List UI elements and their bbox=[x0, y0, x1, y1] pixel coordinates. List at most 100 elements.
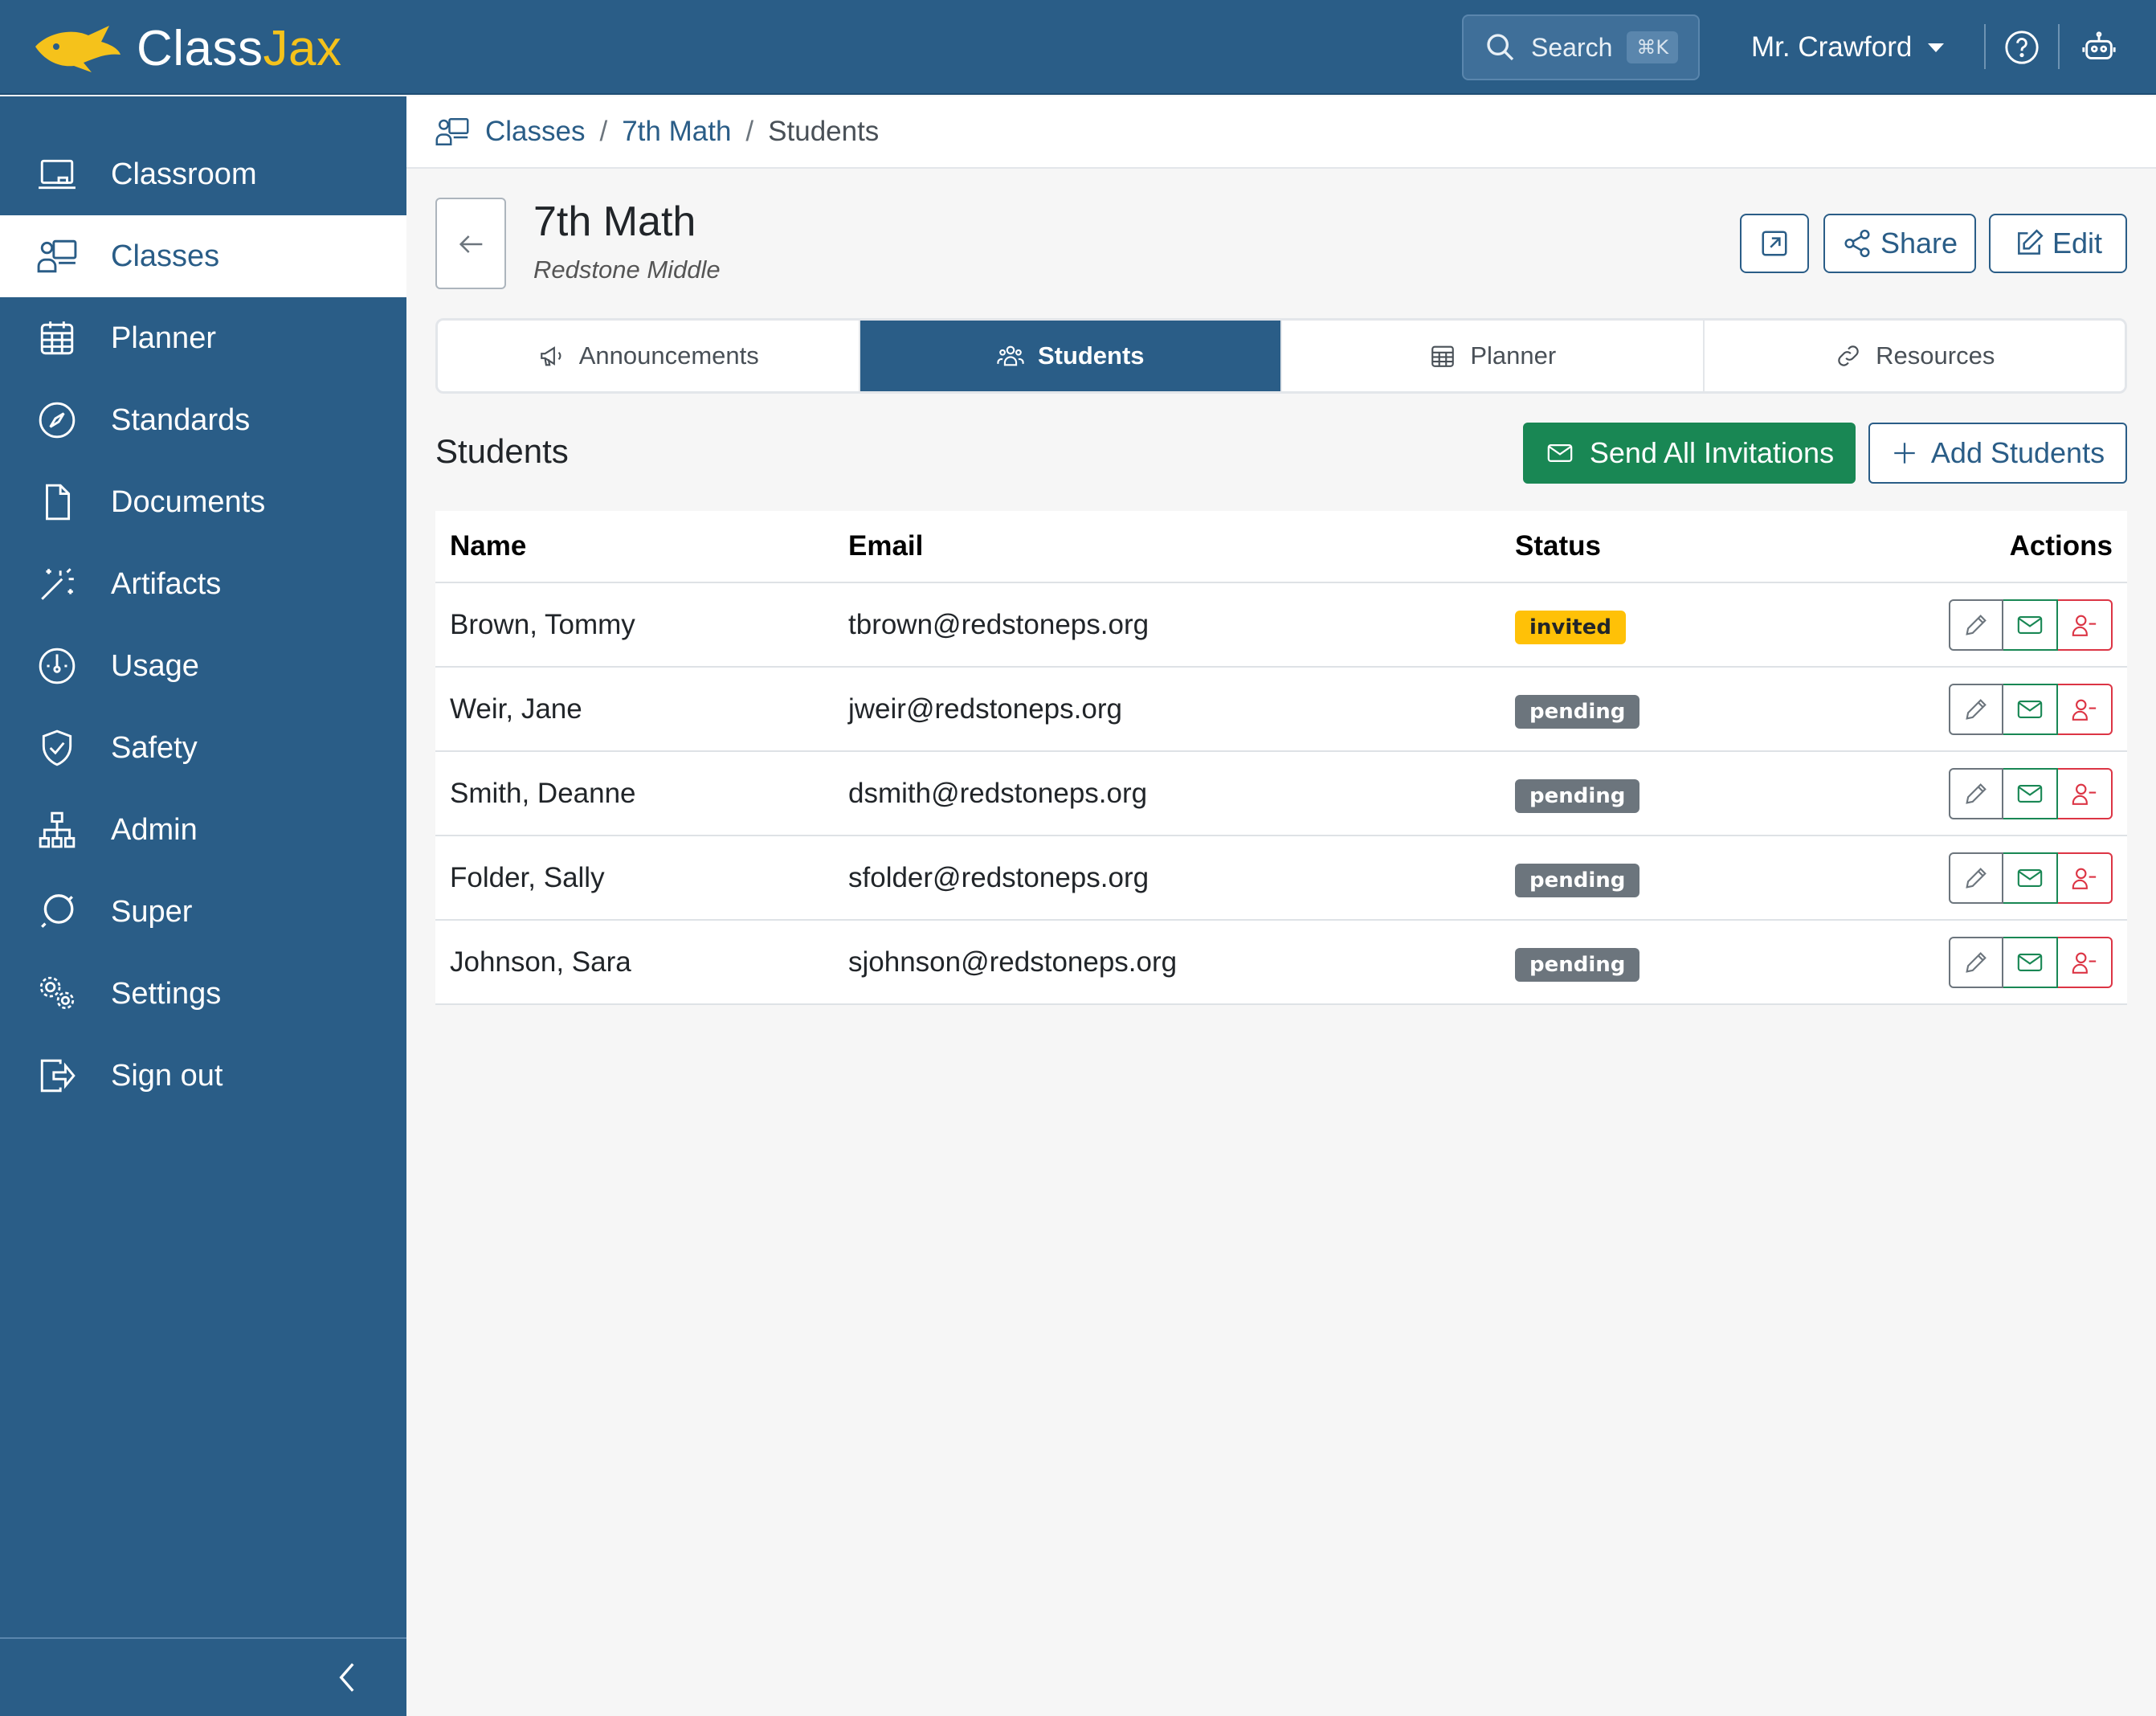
send-invitation-button[interactable] bbox=[2003, 599, 2058, 651]
column-header-status: Status bbox=[1515, 530, 1601, 562]
search-shortcut: ⌘K bbox=[1627, 31, 1679, 63]
remove-student-button[interactable] bbox=[2058, 852, 2113, 904]
breadcrumb-class[interactable]: 7th Math bbox=[622, 116, 731, 148]
classes-icon bbox=[435, 118, 469, 145]
envelope-icon bbox=[2017, 953, 2043, 971]
sidebar-item-settings[interactable]: Settings bbox=[0, 953, 406, 1035]
table-header: Name Email Status Actions bbox=[435, 511, 2127, 583]
tab-label: Students bbox=[1037, 341, 1145, 370]
back-button[interactable] bbox=[435, 198, 506, 289]
send-invitation-button[interactable] bbox=[2003, 767, 2058, 819]
breadcrumb-classes[interactable]: Classes bbox=[485, 116, 585, 148]
edit-button[interactable]: Edit bbox=[1989, 214, 2127, 273]
pencil-icon bbox=[1966, 698, 1987, 720]
sidebar-item-classes[interactable]: Classes bbox=[0, 215, 406, 297]
students-heading: Students bbox=[435, 432, 569, 470]
brand-logo[interactable]: ClassJax bbox=[32, 18, 342, 79]
breadcrumb: Classes / 7th Math / Students bbox=[406, 96, 2156, 169]
send-all-invitations-button[interactable]: Send All Invitations bbox=[1523, 423, 1856, 484]
shield-check-icon bbox=[42, 729, 72, 766]
envelope-icon bbox=[2017, 868, 2043, 887]
status-badge: invited bbox=[1515, 610, 1626, 644]
breadcrumb-separator: / bbox=[745, 116, 754, 147]
tab-label: Resources bbox=[1876, 341, 1995, 370]
magic-wand-icon bbox=[41, 568, 74, 600]
share-button[interactable]: Share bbox=[1823, 214, 1976, 273]
column-header-email: Email bbox=[848, 530, 924, 562]
add-students-button[interactable]: Add Students bbox=[1868, 423, 2127, 484]
edit-student-button[interactable] bbox=[1949, 683, 2003, 735]
sidebar-item-safety[interactable]: Safety bbox=[0, 707, 406, 789]
student-email: jweir@redstoneps.org bbox=[848, 693, 1122, 725]
remove-student-button[interactable] bbox=[2058, 767, 2113, 819]
student-email: sjohnson@redstoneps.org bbox=[848, 946, 1178, 978]
tab-announcements[interactable]: Announcements bbox=[438, 321, 860, 391]
status-badge: pending bbox=[1515, 947, 1640, 982]
help-circle-icon[interactable] bbox=[2003, 29, 2040, 66]
sidebar-item-label: Documents bbox=[111, 484, 266, 519]
open-external-button[interactable] bbox=[1740, 214, 1809, 273]
table-row: Smith, Deanne dsmith@redstoneps.org pend… bbox=[435, 752, 2127, 836]
sidebar-item-standards[interactable]: Standards bbox=[0, 379, 406, 461]
edit-student-button[interactable] bbox=[1949, 599, 2003, 651]
chevron-down-icon bbox=[1928, 43, 1945, 52]
edit-student-button[interactable] bbox=[1949, 767, 2003, 819]
sidebar-item-sign-out[interactable]: Sign out bbox=[0, 1035, 406, 1117]
school-name: Redstone Middle bbox=[533, 255, 721, 284]
row-actions bbox=[1949, 767, 2113, 819]
gears-icon bbox=[39, 976, 75, 1010]
user-name: Mr. Crawford bbox=[1751, 31, 1913, 63]
sidebar-item-label: Planner bbox=[111, 321, 216, 355]
share-label: Share bbox=[1880, 227, 1958, 259]
edit-label: Edit bbox=[2052, 227, 2103, 259]
person-dash-icon bbox=[2072, 615, 2097, 636]
classes-icon bbox=[37, 239, 77, 273]
tab-label: Announcements bbox=[578, 341, 759, 370]
pencil-icon bbox=[1966, 614, 1987, 635]
edit-student-button[interactable] bbox=[1949, 936, 2003, 988]
sidebar-item-label: Usage bbox=[111, 648, 199, 683]
sidebar-item-usage[interactable]: Usage bbox=[0, 625, 406, 707]
send-invitation-button[interactable] bbox=[2003, 683, 2058, 735]
envelope-icon bbox=[2017, 615, 2043, 634]
arrow-left-icon bbox=[459, 235, 483, 253]
plus-icon bbox=[1894, 443, 1915, 464]
send-invitation-button[interactable] bbox=[2003, 936, 2058, 988]
remove-student-button[interactable] bbox=[2058, 683, 2113, 735]
person-dash-icon bbox=[2072, 868, 2097, 889]
send-invitation-button[interactable] bbox=[2003, 852, 2058, 904]
remove-student-button[interactable] bbox=[2058, 936, 2113, 988]
sidebar-item-classroom[interactable]: Classroom bbox=[0, 133, 406, 215]
breadcrumb-current: Students bbox=[768, 116, 880, 147]
student-email: sfolder@redstoneps.org bbox=[848, 861, 1149, 893]
row-actions bbox=[1949, 683, 2113, 735]
sidebar-item-super[interactable]: Super bbox=[0, 871, 406, 953]
column-header-actions: Actions bbox=[2009, 530, 2113, 562]
sidebar-item-artifacts[interactable]: Artifacts bbox=[0, 543, 406, 625]
tab-students[interactable]: Students bbox=[860, 321, 1282, 391]
compass-icon bbox=[39, 402, 76, 439]
student-email: dsmith@redstoneps.org bbox=[848, 777, 1148, 809]
tab-resources[interactable]: Resources bbox=[1705, 321, 2125, 391]
chevron-left-icon[interactable] bbox=[328, 1655, 368, 1700]
brand-name: ClassJax bbox=[137, 20, 342, 76]
sign-out-icon bbox=[40, 1059, 76, 1093]
edit-student-button[interactable] bbox=[1949, 852, 2003, 904]
sidebar-item-label: Classes bbox=[111, 239, 220, 273]
search-icon bbox=[1487, 34, 1514, 61]
person-dash-icon bbox=[2072, 783, 2097, 805]
robot-icon[interactable] bbox=[2080, 29, 2117, 66]
link-icon bbox=[1838, 345, 1859, 366]
pencil-icon bbox=[1966, 782, 1987, 804]
tab-planner[interactable]: Planner bbox=[1282, 321, 1705, 391]
sidebar-item-documents[interactable]: Documents bbox=[0, 461, 406, 543]
classroom-icon bbox=[39, 159, 76, 190]
status-badge: pending bbox=[1515, 778, 1640, 813]
user-menu[interactable]: Mr. Crawford bbox=[1751, 27, 1945, 67]
search-button[interactable]: Search ⌘K bbox=[1462, 14, 1700, 80]
sidebar-item-admin[interactable]: Admin bbox=[0, 789, 406, 871]
box-arrow-up-right-icon bbox=[1762, 231, 1787, 256]
sidebar-item-planner[interactable]: Planner bbox=[0, 297, 406, 379]
remove-student-button[interactable] bbox=[2058, 599, 2113, 651]
sidebar-item-label: Settings bbox=[111, 976, 222, 1011]
